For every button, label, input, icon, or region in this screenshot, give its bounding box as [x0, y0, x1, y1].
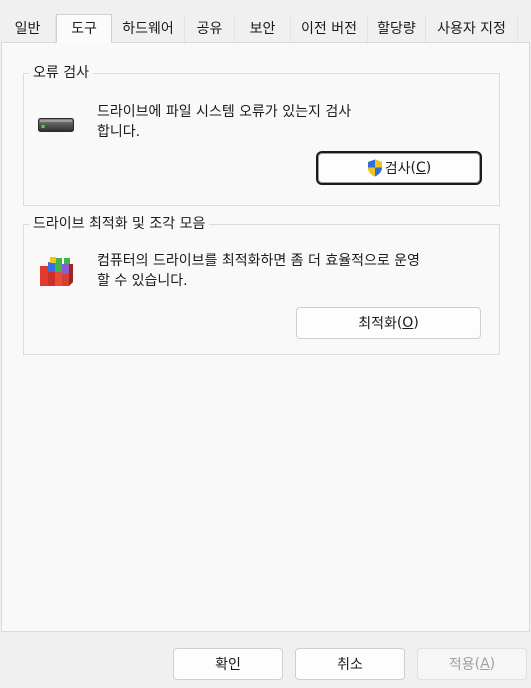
check-button[interactable]: 검사(C) [316, 151, 482, 185]
tab-strip: 일반 도구 하드웨어 공유 보안 이전 버전 할당량 사용자 지정 [0, 14, 531, 43]
check-button-label: 검사 [384, 161, 411, 177]
optimize-group: 드라이브 최적화 및 조각 모음 컴퓨터의 드라이브를 최적화하면 좀 더 효율… [23, 215, 500, 355]
error-check-group: 오류 검사 드라이브에 파일 시스템 오류가 있는지 검사 합니다. 검사 (… [23, 64, 500, 206]
tab-customize[interactable]: 사용자 지정 [426, 16, 518, 42]
tab-quota[interactable]: 할당량 [368, 16, 426, 42]
error-check-desc-line1: 드라이브에 파일 시스템 오류가 있는지 검사 [97, 104, 352, 120]
tab-hardware[interactable]: 하드웨어 [112, 16, 185, 42]
optimize-desc-line2: 할 수 있습니다. [97, 273, 188, 289]
tab-security[interactable]: 보안 [235, 16, 291, 42]
tab-sharing[interactable]: 공유 [185, 16, 235, 42]
dialog-footer: 확인 취소 적용(A) [0, 632, 531, 688]
apply-button-mnemonic: A [480, 656, 490, 672]
optimize-title: 드라이브 최적화 및 조각 모음 [29, 215, 210, 233]
tab-previous-versions[interactable]: 이전 버전 [291, 16, 368, 42]
defrag-icon [36, 252, 76, 292]
tools-panel: 오류 검사 드라이브에 파일 시스템 오류가 있는지 검사 합니다. 검사 (… [1, 42, 530, 632]
drive-icon [38, 118, 74, 132]
optimize-button-label: 최적화 [358, 316, 397, 332]
optimize-desc-line1: 컴퓨터의 드라이브를 최적화하면 좀 더 효율적으로 운영 [97, 253, 420, 269]
ok-button-label: 확인 [215, 657, 241, 673]
uac-shield-icon [367, 159, 383, 177]
cancel-button-label: 취소 [337, 657, 363, 673]
tab-general[interactable]: 일반 [0, 16, 56, 42]
cancel-button[interactable]: 취소 [295, 648, 405, 680]
error-check-desc-line2: 합니다. [97, 124, 141, 140]
check-button-mnemonic: C [415, 160, 426, 176]
ok-button[interactable]: 확인 [173, 648, 283, 680]
apply-button[interactable]: 적용(A) [417, 648, 527, 680]
optimize-button[interactable]: 최적화(O) [296, 307, 481, 339]
optimize-button-mnemonic: O [402, 315, 414, 331]
tab-tools[interactable]: 도구 [56, 14, 112, 43]
error-check-title: 오류 검사 [29, 64, 93, 82]
apply-button-label: 적용 [448, 657, 475, 673]
